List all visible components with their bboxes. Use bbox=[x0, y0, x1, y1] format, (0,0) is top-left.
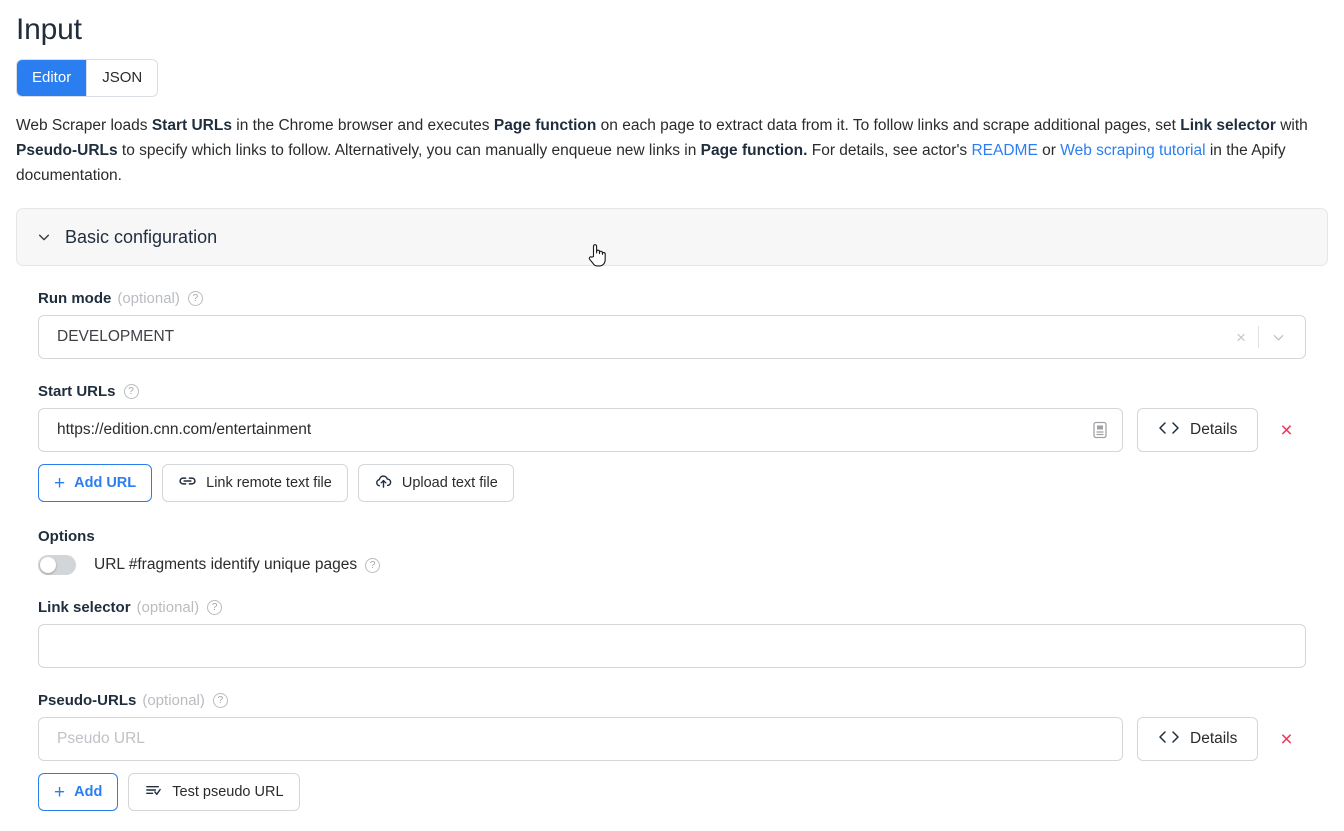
pseudo-urls-row: Details × bbox=[38, 717, 1306, 761]
add-url-label: Add URL bbox=[74, 475, 137, 491]
desc-bold-page-function-2: Page function. bbox=[700, 142, 808, 159]
readme-link[interactable]: README bbox=[971, 142, 1037, 159]
run-mode-selected-value: DEVELOPMENT bbox=[57, 328, 175, 345]
desc-text-5: to specify which links to follow. Altern… bbox=[117, 142, 701, 159]
pseudo-url-input[interactable] bbox=[38, 717, 1123, 761]
run-mode-select[interactable]: DEVELOPMENT bbox=[38, 315, 1306, 359]
link-selector-optional-tag: (optional) bbox=[136, 599, 200, 616]
start-url-details-label: Details bbox=[1190, 421, 1238, 438]
url-fragments-toggle-label: URL #fragments identify unique pages bbox=[94, 556, 358, 573]
chevron-down-icon bbox=[37, 230, 51, 244]
add-pseudo-url-button[interactable]: + Add bbox=[38, 773, 119, 811]
tab-json[interactable]: JSON bbox=[86, 60, 158, 96]
link-selector-label-row: Link selector (optional) ? bbox=[38, 599, 1306, 616]
description-paragraph: Web Scraper loads Start URLs in the Chro… bbox=[16, 113, 1316, 188]
start-urls-label: Start URLs bbox=[38, 383, 116, 400]
desc-bold-link-selector: Link selector bbox=[1180, 117, 1276, 134]
plus-icon: + bbox=[54, 472, 66, 494]
list-check-icon bbox=[144, 783, 163, 801]
url-fragments-toggle-row: URL #fragments identify unique pages ? bbox=[38, 555, 1306, 575]
pseudo-urls-label: Pseudo-URLs bbox=[38, 692, 137, 709]
upload-text-file-button[interactable]: Upload text file bbox=[357, 464, 514, 502]
start-urls-actions: + Add URL Link remote text file Upload t… bbox=[38, 464, 1306, 502]
link-selector-help-icon[interactable]: ? bbox=[207, 600, 223, 615]
desc-text-4: with bbox=[1275, 117, 1308, 134]
start-urls-row: Details × bbox=[38, 408, 1306, 452]
pseudo-url-input-wrapper bbox=[38, 717, 1123, 761]
run-mode-label: Run mode bbox=[38, 290, 112, 307]
page-title: Input bbox=[16, 13, 82, 46]
chevron-down-icon[interactable] bbox=[1259, 330, 1296, 345]
input-page: Input Editor JSON Web Scraper loads Star… bbox=[0, 10, 1344, 831]
pseudo-urls-actions: + Add Test pseudo URL bbox=[38, 773, 1306, 811]
section-title: Basic configuration bbox=[65, 226, 218, 247]
run-mode-select-wrapper: DEVELOPMENT × bbox=[38, 315, 1306, 359]
code-brackets-icon bbox=[1158, 421, 1180, 440]
start-urls-label-row: Start URLs ? bbox=[38, 383, 1306, 400]
run-mode-select-actions: × bbox=[1224, 315, 1296, 359]
options-title: Options bbox=[38, 528, 95, 545]
desc-text-7: or bbox=[1037, 142, 1061, 159]
tab-editor[interactable]: Editor bbox=[17, 60, 87, 96]
pseudo-url-details-button[interactable]: Details bbox=[1137, 717, 1259, 761]
pseudo-url-details-label: Details bbox=[1190, 730, 1238, 747]
pseudo-urls-optional-tag: (optional) bbox=[142, 692, 205, 709]
desc-bold-pseudo-urls: Pseudo-URLs bbox=[16, 142, 118, 159]
code-brackets-icon bbox=[1158, 730, 1180, 749]
start-url-remove-button[interactable]: × bbox=[1272, 416, 1300, 445]
link-icon bbox=[178, 474, 197, 492]
desc-text-1: Web Scraper loads bbox=[16, 117, 152, 134]
text-field-icon[interactable] bbox=[1089, 419, 1111, 441]
editor-json-tab-group: Editor JSON bbox=[16, 59, 159, 97]
clear-icon[interactable]: × bbox=[1224, 329, 1258, 346]
link-remote-text-file-button[interactable]: Link remote text file bbox=[162, 464, 348, 502]
desc-bold-page-function: Page function bbox=[493, 117, 597, 134]
pseudo-url-remove-button[interactable]: × bbox=[1272, 725, 1300, 754]
link-selector-input[interactable] bbox=[38, 624, 1306, 668]
upload-text-file-label: Upload text file bbox=[401, 475, 498, 491]
test-pseudo-url-label: Test pseudo URL bbox=[172, 784, 284, 800]
link-selector-label: Link selector bbox=[38, 599, 131, 616]
desc-bold-start-urls: Start URLs bbox=[151, 117, 232, 134]
desc-text-3: on each page to extract data from it. To… bbox=[596, 117, 1181, 134]
desc-text-6: For details, see actor's bbox=[807, 142, 972, 159]
add-url-button[interactable]: + Add URL bbox=[38, 464, 153, 502]
run-mode-optional-tag: (optional) bbox=[117, 290, 180, 307]
pseudo-urls-label-row: Pseudo-URLs (optional) ? bbox=[38, 692, 1306, 709]
test-pseudo-url-button[interactable]: Test pseudo URL bbox=[128, 773, 300, 811]
run-mode-label-row: Run mode (optional) ? bbox=[38, 290, 1306, 307]
desc-text-2: in the Chrome browser and executes bbox=[231, 117, 494, 134]
basic-configuration-form: Run mode (optional) ? DEVELOPMENT × Star… bbox=[16, 290, 1328, 811]
toggle-knob bbox=[40, 557, 56, 573]
add-pseudo-url-label: Add bbox=[74, 784, 103, 800]
start-urls-help-icon[interactable]: ? bbox=[123, 384, 139, 399]
link-remote-text-file-label: Link remote text file bbox=[206, 475, 332, 491]
web-scraping-tutorial-link[interactable]: Web scraping tutorial bbox=[1060, 142, 1205, 159]
basic-configuration-section-header[interactable]: Basic configuration bbox=[16, 208, 1328, 266]
url-fragments-help-icon[interactable]: ? bbox=[365, 557, 381, 573]
start-url-details-button[interactable]: Details bbox=[1137, 408, 1259, 452]
pseudo-urls-help-icon[interactable]: ? bbox=[212, 693, 228, 708]
start-url-input-wrapper bbox=[38, 408, 1123, 452]
url-fragments-toggle[interactable] bbox=[38, 555, 76, 575]
cloud-upload-icon bbox=[374, 474, 393, 493]
plus-icon: + bbox=[54, 781, 66, 803]
start-url-input[interactable] bbox=[38, 408, 1123, 452]
run-mode-help-icon[interactable]: ? bbox=[187, 291, 203, 306]
